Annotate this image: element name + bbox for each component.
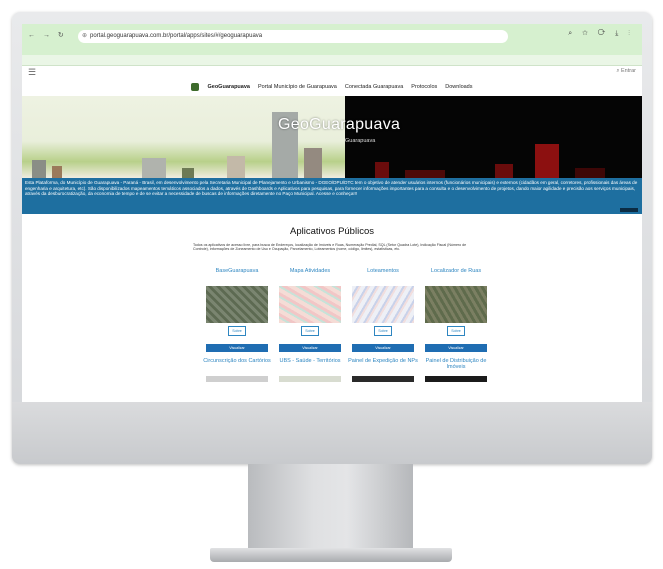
info-banner: Esta Plataforma, do Município de Guarapu…: [22, 178, 642, 214]
app-thumbnail[interactable]: [206, 286, 268, 323]
app-title[interactable]: Localizador de Ruas: [431, 268, 481, 286]
apps-description: Todos os aplicativos de acesso livre, pa…: [193, 243, 467, 252]
app-title[interactable]: Circunscrição dos Cartórios: [203, 358, 271, 376]
hero-photo-left: [22, 96, 345, 178]
address-url: portal.geoguarapuava.com.br/portal/apps/…: [90, 33, 263, 39]
screen: ← → ↻ ⊕ portal.geoguarapuava.com.br/port…: [22, 24, 642, 403]
app-card: Loteamentos Sobre Visualizar: [348, 268, 418, 363]
page: ☰ ⌕ Entrar GeoGuarapuava Portal Municípi…: [22, 66, 642, 403]
site-topbar: ☰ ⌕ Entrar: [22, 66, 642, 78]
monitor-chin: [12, 402, 652, 464]
app-title[interactable]: UBS - Saúde - Territórios: [279, 358, 340, 376]
browser-actions[interactable]: ⌕ ☆ ⟳ ⤓ ⋮: [568, 30, 634, 38]
app-card: Localizador de Ruas Sobre Visualizar: [421, 268, 491, 363]
app-title[interactable]: BaseGuarapuava: [216, 268, 259, 286]
signin-link[interactable]: Entrar: [621, 68, 636, 74]
app-card: UBS - Saúde - Territórios: [275, 358, 345, 403]
nav-item-downloads[interactable]: Downloads: [445, 84, 472, 90]
app-card: BaseGuarapuava Sobre Visualizar: [202, 268, 272, 363]
app-card: Mapa Atividades Sobre Visualizar: [275, 268, 345, 363]
bookmark-bar: [22, 55, 642, 66]
monitor: ← → ↻ ⊕ portal.geoguarapuava.com.br/port…: [12, 12, 652, 464]
app-title[interactable]: Loteamentos: [367, 268, 399, 286]
app-title[interactable]: Mapa Atividades: [290, 268, 330, 286]
visualizar-button[interactable]: Visualizar: [279, 344, 341, 352]
nav-item-protocolos[interactable]: Protocolos: [411, 84, 437, 90]
search-area: ⌕ Entrar: [616, 68, 636, 75]
monitor-stand: [248, 464, 413, 554]
app-thumbnail[interactable]: [279, 286, 341, 323]
site-info-icon[interactable]: ⊕: [82, 30, 87, 43]
hero-title: GeoGuarapuava: [278, 116, 401, 133]
app-thumbnail[interactable]: [425, 286, 487, 323]
sobre-button[interactable]: Sobre: [301, 326, 319, 336]
app-thumbnail[interactable]: [206, 376, 268, 382]
info-text: Esta Plataforma, do Município de Guarapu…: [25, 180, 638, 197]
menu-icon[interactable]: ☰: [28, 67, 36, 78]
apps-grid-row2: Circunscrição dos Cartórios UBS - Saúde …: [202, 358, 492, 403]
app-thumbnail[interactable]: [352, 376, 414, 382]
apps-grid: BaseGuarapuava Sobre Visualizar Mapa Ati…: [202, 268, 492, 363]
app-title[interactable]: Painel de Distribuição de Imóveis: [421, 358, 491, 376]
browser-nav-icons[interactable]: ← → ↻: [28, 31, 67, 39]
hero-banner: GeoGuarapuava Guarapuava: [22, 96, 642, 178]
app-thumbnail[interactable]: [352, 286, 414, 323]
logo-icon: [191, 83, 200, 91]
nav-brand[interactable]: GeoGuarapuava: [207, 84, 250, 90]
nav-item-portal[interactable]: Portal Município de Guarapuava: [258, 84, 337, 90]
monitor-base: [210, 548, 452, 562]
sobre-button[interactable]: Sobre: [374, 326, 392, 336]
address-bar[interactable]: ⊕ portal.geoguarapuava.com.br/portal/app…: [78, 30, 508, 43]
app-title[interactable]: Painel de Expedição de NPs: [348, 358, 418, 376]
partner-logo: [620, 208, 638, 212]
visualizar-button[interactable]: Visualizar: [206, 344, 268, 352]
sobre-button[interactable]: Sobre: [228, 326, 246, 336]
app-thumbnail[interactable]: [425, 376, 487, 382]
apps-section: Aplicativos Públicos Todos os aplicativo…: [22, 214, 642, 382]
browser-toolbar: ← → ↻ ⊕ portal.geoguarapuava.com.br/port…: [22, 24, 642, 55]
visualizar-button[interactable]: Visualizar: [352, 344, 414, 352]
nav-item-conectada[interactable]: Conectada Guarapuava: [345, 84, 403, 90]
visualizar-button[interactable]: Visualizar: [425, 344, 487, 352]
app-card: Painel de Expedição de NPs: [348, 358, 418, 403]
sobre-button[interactable]: Sobre: [447, 326, 465, 336]
hero-photo-right: [345, 96, 642, 178]
app-card: Circunscrição dos Cartórios: [202, 358, 272, 403]
app-card: Painel de Distribuição de Imóveis: [421, 358, 491, 403]
app-thumbnail[interactable]: [279, 376, 341, 382]
main-nav: GeoGuarapuava Portal Município de Guarap…: [22, 78, 642, 96]
hero-subtitle: Guarapuava: [345, 138, 376, 144]
search-icon[interactable]: ⌕: [616, 68, 619, 74]
apps-heading: Aplicativos Públicos: [290, 226, 374, 237]
